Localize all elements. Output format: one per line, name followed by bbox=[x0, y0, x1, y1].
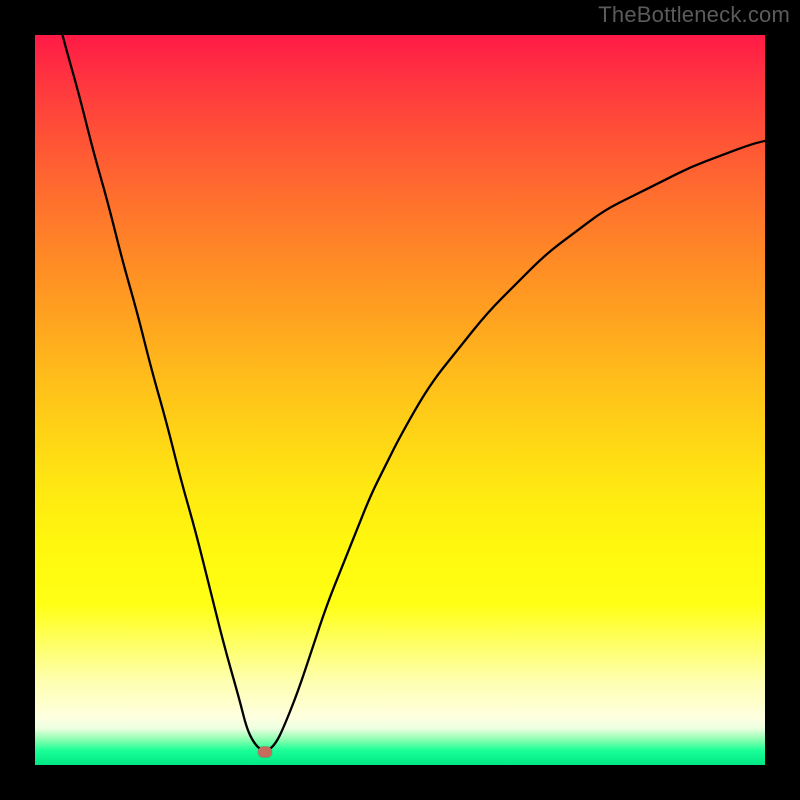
optimal-point-marker bbox=[258, 746, 272, 757]
bottleneck-curve bbox=[35, 35, 765, 765]
chart-frame: TheBottleneck.com bbox=[0, 0, 800, 800]
plot-area bbox=[35, 35, 765, 765]
attribution-text: TheBottleneck.com bbox=[598, 2, 790, 28]
